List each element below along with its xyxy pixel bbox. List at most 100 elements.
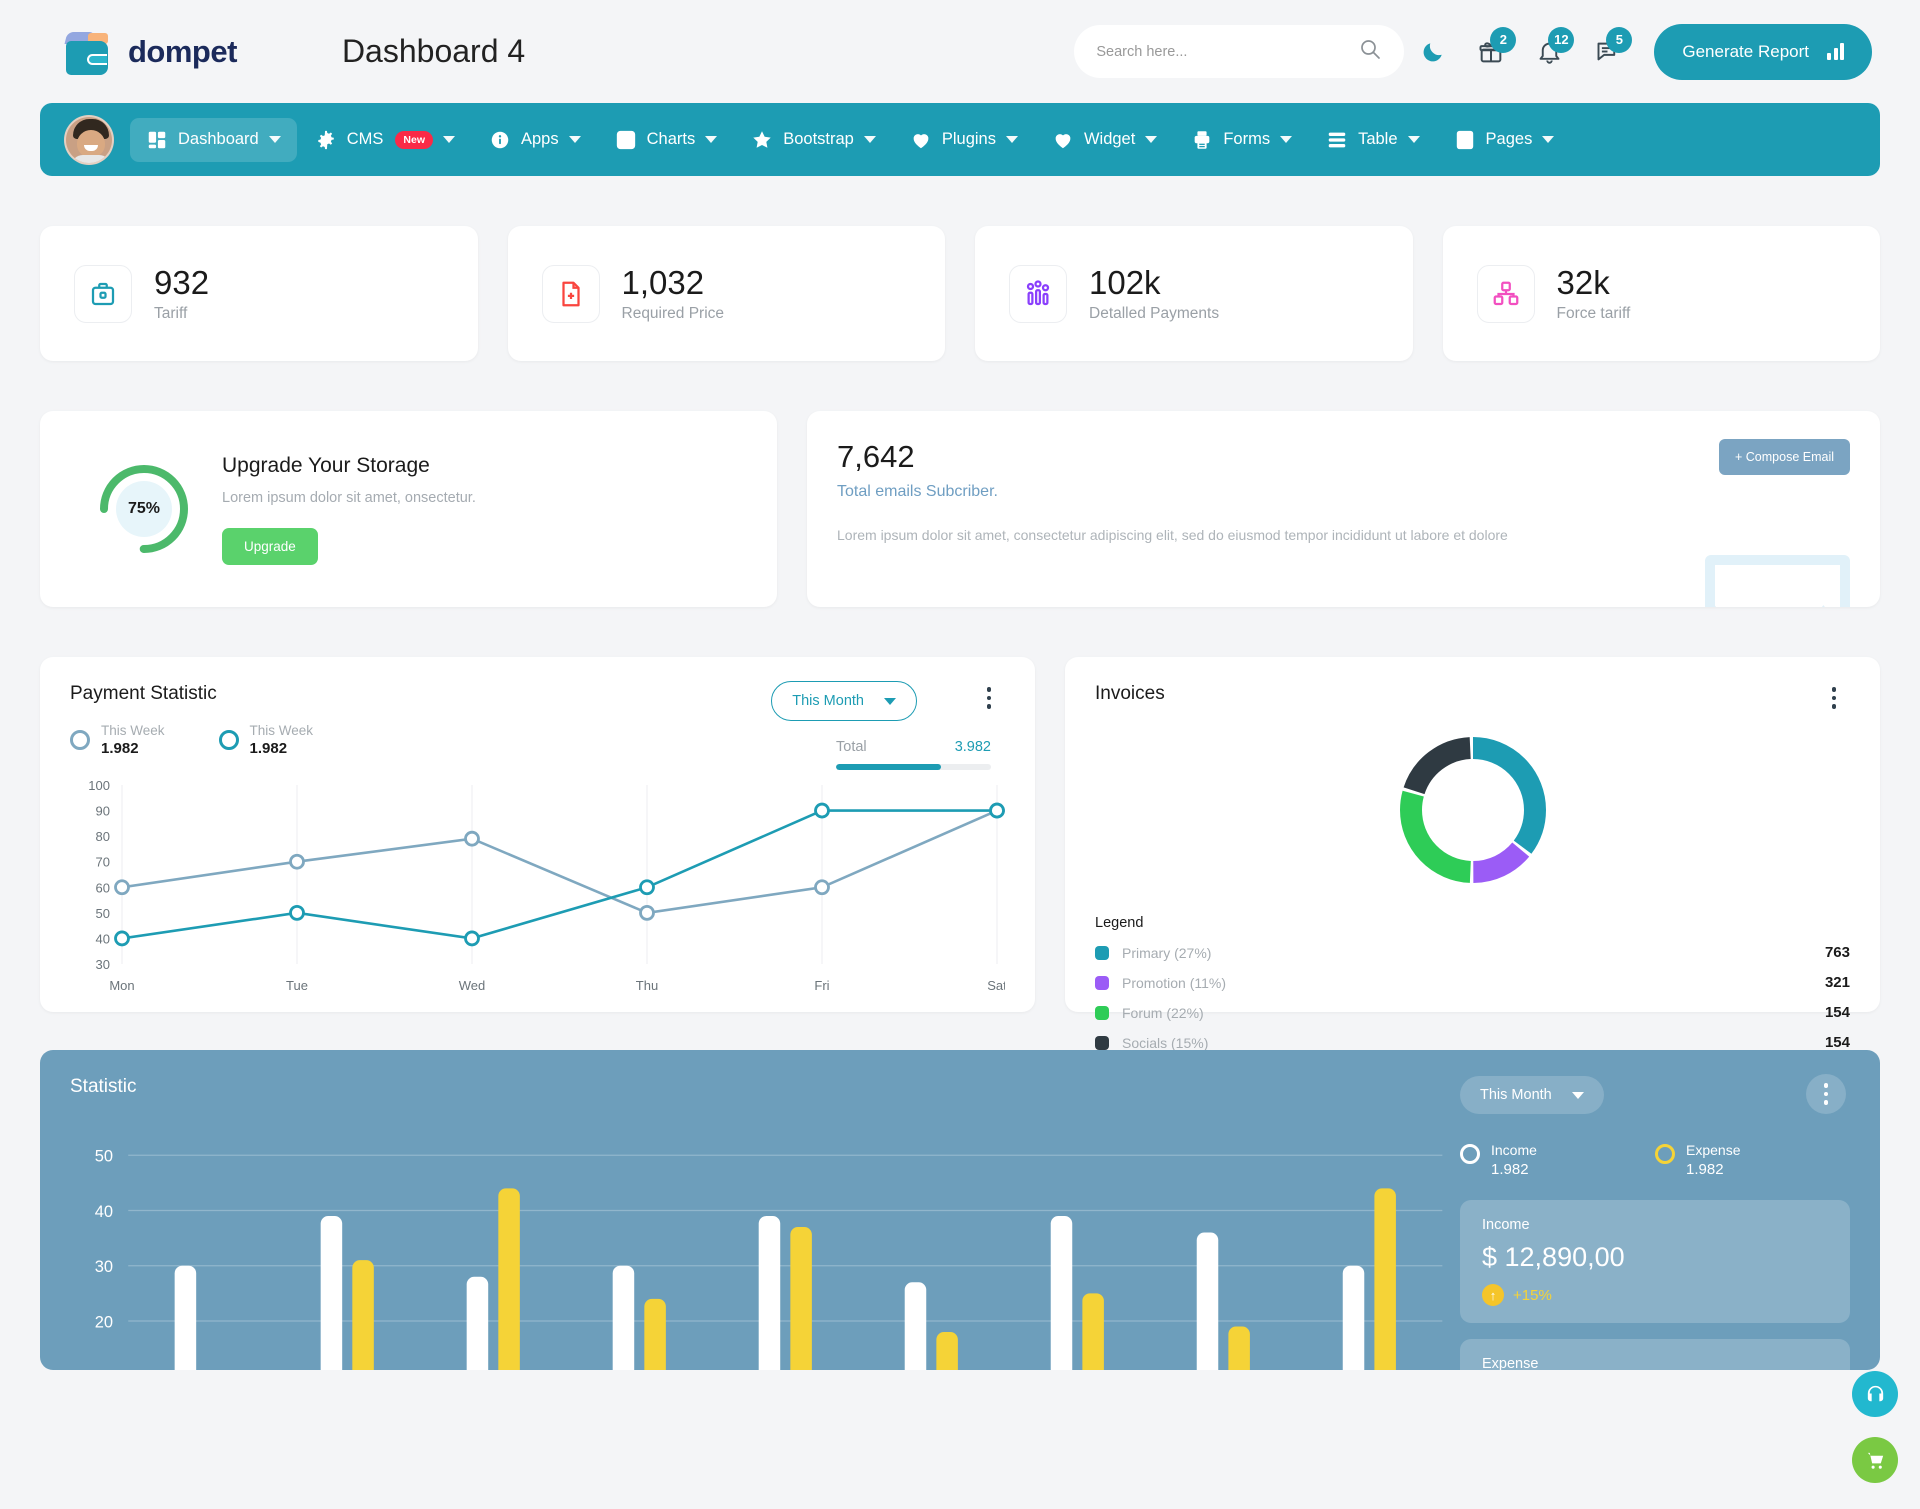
briefcase-icon <box>74 264 132 323</box>
stat-value: 932 <box>154 264 210 302</box>
stat-card-detailed-payments[interactable]: 102k Detalled Payments <box>975 226 1413 361</box>
nav-item-pages[interactable]: Pages <box>1438 118 1571 162</box>
main-content: 932 Tariff 1,032 Required Price 102k Det… <box>0 226 1920 1051</box>
messages-button[interactable]: 5 <box>1578 23 1636 81</box>
top-header: dompet Dashboard 4 2 12 5 Generate Repor… <box>0 0 1920 103</box>
svg-text:50: 50 <box>96 906 110 921</box>
svg-text:90: 90 <box>96 804 110 819</box>
chevron-down-icon <box>1005 136 1018 143</box>
svg-text:40: 40 <box>96 931 110 946</box>
payment-more-options[interactable] <box>986 687 991 709</box>
support-float-button[interactable] <box>1852 1371 1898 1417</box>
email-count: 7,642 <box>837 439 915 474</box>
legend-item-income: Income 1.982 <box>1460 1142 1655 1178</box>
nav-item-charts[interactable]: Charts <box>599 118 734 162</box>
chevron-down-icon <box>884 697 896 705</box>
brand-logo[interactable]: dompet <box>62 27 237 77</box>
total-value: 3.982 <box>954 739 991 755</box>
chevron-down-icon <box>568 136 581 143</box>
nav-label: Forms <box>1223 130 1271 148</box>
legend-value: 1.982 <box>1491 1161 1529 1178</box>
nav-item-forms[interactable]: Forms <box>1175 118 1308 162</box>
legend-item: This Week 1.982 <box>70 723 165 757</box>
nav-label: CMS <box>346 130 384 148</box>
svg-text:20: 20 <box>95 1313 113 1331</box>
invoices-card: Invoices Legend Primary (27%) 763 Promot… <box>1065 657 1880 1051</box>
legend-value: 1.982 <box>1686 1161 1724 1178</box>
email-subtitle: Total emails Subcriber. <box>837 483 998 500</box>
nav-item-bootstrap[interactable]: Bootstrap <box>735 118 892 162</box>
chevron-down-icon <box>1145 136 1158 143</box>
statistic-range-selector[interactable]: This Month <box>1460 1076 1604 1114</box>
search-box[interactable] <box>1074 25 1405 78</box>
svg-text:40: 40 <box>95 1203 113 1221</box>
search-input[interactable] <box>1096 43 1359 60</box>
legend-row: Primary (27%) 763 <box>1095 944 1850 961</box>
wallet-icon <box>62 27 114 77</box>
legend-value: 154 <box>1824 1004 1850 1021</box>
nav-label: Plugins <box>941 130 996 148</box>
generate-report-button[interactable]: Generate Report <box>1654 23 1872 80</box>
stat-card-tariff[interactable]: 932 Tariff <box>40 226 478 361</box>
legend-label: Promotion (11%) <box>1122 974 1227 991</box>
brand-name: dompet <box>128 33 237 69</box>
stat-label: Tariff <box>154 304 188 322</box>
nav-item-cms[interactable]: CMS New <box>299 118 471 162</box>
promo-row: 75% Upgrade Your Storage Lorem ipsum dol… <box>40 411 1880 607</box>
compose-email-button[interactable]: + Compose Email <box>1719 439 1850 475</box>
legend-label: Primary (27%) <box>1122 944 1212 961</box>
svg-text:50: 50 <box>95 1148 113 1166</box>
legend-row: Socials (15%) 154 <box>1095 1034 1850 1051</box>
nav-label: Apps <box>521 130 559 148</box>
nav-item-apps[interactable]: Apps <box>473 118 597 162</box>
nav-label: Widget <box>1083 130 1136 148</box>
legend-label: Expense <box>1686 1142 1741 1158</box>
notifications-button[interactable]: 12 <box>1520 23 1578 81</box>
nav-label: Charts <box>646 130 696 148</box>
chevron-down-icon <box>863 136 876 143</box>
invoices-more-options[interactable] <box>1831 687 1836 709</box>
payment-total: Total 3.982 <box>836 739 991 770</box>
pages-icon <box>1454 129 1476 151</box>
chevron-down-icon <box>705 136 718 143</box>
income-change-value: +15% <box>1513 1286 1552 1304</box>
gear-icon <box>315 129 337 151</box>
new-badge: New <box>395 130 433 149</box>
chevron-down-icon <box>1407 136 1420 143</box>
nav-item-plugins[interactable]: Plugins <box>894 118 1034 162</box>
generate-report-label: Generate Report <box>1682 41 1809 61</box>
list-icon <box>1326 129 1348 151</box>
gift-badge: 2 <box>1490 26 1517 53</box>
gift-button[interactable]: 2 <box>1462 23 1520 81</box>
nav-label: Bootstrap <box>783 130 854 148</box>
statistic-more-options[interactable] <box>1806 1074 1846 1114</box>
nav-item-table[interactable]: Table <box>1310 118 1435 162</box>
nav-label: Pages <box>1485 130 1533 148</box>
legend-label: This Week <box>249 723 314 738</box>
stat-card-row: 932 Tariff 1,032 Required Price 102k Det… <box>40 226 1880 361</box>
legend-value: 1.982 <box>249 740 288 757</box>
dark-mode-toggle[interactable] <box>1404 23 1462 81</box>
svg-text:30: 30 <box>95 1258 113 1276</box>
legend-label: Socials (15%) <box>1122 1034 1209 1051</box>
chevron-down-icon <box>1280 136 1293 143</box>
cart-float-button[interactable] <box>1852 1437 1898 1483</box>
upgrade-button[interactable]: Upgrade <box>222 527 318 565</box>
nav-item-widget[interactable]: Widget <box>1036 118 1173 162</box>
nav-item-dashboard[interactable]: Dashboard <box>130 117 297 162</box>
payment-statistic-card: Payment Statistic This Week 1.982 This W… <box>40 657 1035 1012</box>
avatar[interactable] <box>64 114 114 165</box>
stat-card-required-price[interactable]: 1,032 Required Price <box>507 226 945 361</box>
svg-text:Mon: Mon <box>109 978 134 993</box>
expense-summary-card: Expense <box>1460 1339 1850 1370</box>
search-icon[interactable] <box>1358 37 1382 66</box>
legend-row: Promotion (11%) 321 <box>1095 974 1850 991</box>
file-plus-icon <box>541 264 600 323</box>
total-progress-fill <box>836 764 942 770</box>
payment-range-selector[interactable]: This Month <box>771 681 917 721</box>
stat-card-force-tariff[interactable]: 32k Force tariff <box>1442 226 1880 361</box>
legend-swatch-icon <box>1095 1035 1109 1050</box>
svg-text:Thu: Thu <box>636 978 658 993</box>
grid-icon <box>146 129 168 151</box>
legend-swatch-icon <box>1095 1005 1109 1020</box>
